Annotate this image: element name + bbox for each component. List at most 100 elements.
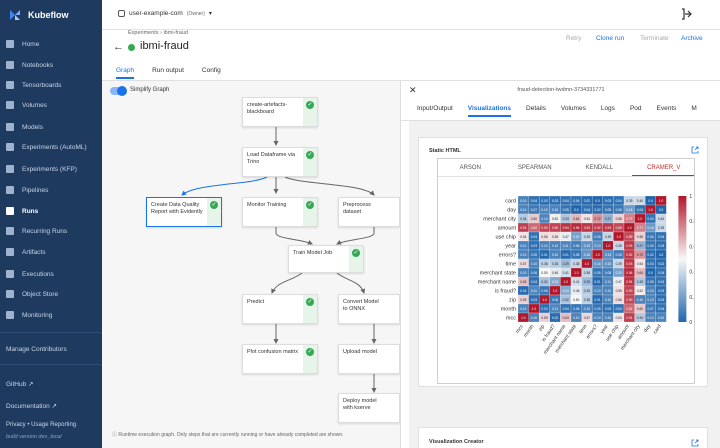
sidebar-item-executions[interactable]: Executions xyxy=(0,266,102,282)
heatmap-cell-label: 0.03 xyxy=(658,298,664,302)
namespace-selector[interactable]: user-example-com (Owner) ▾ xyxy=(118,10,212,17)
sidebar-item-runs[interactable]: Runs xyxy=(0,203,102,219)
terminate-button[interactable]: Terminate xyxy=(640,35,669,42)
heatmap-cell-label: 0.04 xyxy=(616,199,622,203)
retry-button[interactable]: Retry xyxy=(566,35,582,42)
sidebar-item-monitoring[interactable]: Monitoring xyxy=(0,307,102,323)
panel-tabs: Input/Output Visualizations Details Volu… xyxy=(417,105,697,117)
kubeflow-logo[interactable]: Kubeflow xyxy=(8,8,69,22)
sidebar-item-experiments-kfp[interactable]: Experiments (KFP) xyxy=(0,161,102,177)
heatmap-cell-label: 0.01 xyxy=(541,253,547,257)
heatmap-row-label: mcc xyxy=(506,316,516,322)
heatmap-cell-label: 0.10 xyxy=(658,316,664,320)
run-success-icon xyxy=(128,44,135,51)
heatmap-cell-label: 0.39 xyxy=(584,235,590,239)
graph-node-selected[interactable]: Create Data Quality Report with Evidentl… xyxy=(146,197,222,227)
sidebar-item-artifacts[interactable]: Artifacts xyxy=(0,244,102,260)
experiment-icon xyxy=(6,143,14,151)
graph-node[interactable]: Upload model xyxy=(338,344,400,374)
heatmap-cell-label: 0.89 xyxy=(616,226,622,230)
heatmap-cell-label: 0.41 xyxy=(573,280,579,284)
execution-icon xyxy=(6,270,14,278)
sidebar-item-pipelines[interactable]: Pipelines xyxy=(0,182,102,198)
tab-run-output[interactable]: Run output xyxy=(152,67,184,79)
heatmap-cell-label: 0.04 xyxy=(658,235,664,239)
sidebar-item-recurring-runs[interactable]: Recurring Runs xyxy=(0,223,102,239)
heatmap-cell-label: 0.27 xyxy=(637,244,643,248)
heatmap-cell-label: 0.64 xyxy=(573,217,579,221)
sidebar-item-label: Pipelines xyxy=(22,186,49,194)
run-tabs: Graph Run output Config xyxy=(116,67,221,79)
tab-spearman[interactable]: SPEARMAN xyxy=(503,159,568,176)
open-external-icon[interactable] xyxy=(691,439,699,447)
tab-input-output[interactable]: Input/Output xyxy=(417,105,453,117)
open-external-icon[interactable] xyxy=(691,146,699,154)
graph-node[interactable]: Load Dataframe via Trino ✓ xyxy=(242,147,318,177)
heatmap-cell-label: 0.02 xyxy=(584,199,590,203)
breadcrumb[interactable]: Experiments › ibmi-fraud xyxy=(128,30,188,36)
heatmap-cell-label: 0.05 xyxy=(647,244,653,248)
heatmap-cell-label: 0.05 xyxy=(531,253,537,257)
heatmap-cell-label: 0.23 xyxy=(552,280,558,284)
logout-icon[interactable] xyxy=(680,8,692,20)
sidebar-divider xyxy=(0,364,102,365)
tab-pearson[interactable]: ARSON xyxy=(438,159,503,176)
privacy-link[interactable]: Privacy • Usage Reporting xyxy=(6,422,76,428)
panel-title: fraud-detection-twdmn-3734331771 xyxy=(517,87,605,93)
graph-node[interactable]: Deploy model with kserve xyxy=(338,393,400,423)
heatmap-cell-label: 0.40 xyxy=(637,199,643,203)
tab-cramer-v[interactable]: CRAMER_V xyxy=(631,159,694,176)
graph-node[interactable]: Train Model Job ✓ xyxy=(288,245,364,273)
github-link[interactable]: GitHub ↗ xyxy=(6,380,34,388)
tab-pod[interactable]: Pod xyxy=(630,105,642,117)
graph-node[interactable]: Monitor Training ✓ xyxy=(242,197,318,227)
back-arrow-icon[interactable]: ← xyxy=(113,41,124,53)
graph-node[interactable]: Plot confusion matrix ✓ xyxy=(242,344,318,374)
sidebar-item-tensorboards[interactable]: Tensorboards xyxy=(0,77,102,93)
heatmap-cell-label: 0.72 xyxy=(594,217,600,221)
heatmap-cell-label: 0.03 xyxy=(605,307,611,311)
sidebar-item-volumes[interactable]: Volumes xyxy=(0,97,102,113)
namespace-role: (Owner) xyxy=(186,10,205,17)
sidebar-item-notebooks[interactable]: Notebooks xyxy=(0,57,102,73)
heatmap-cell-label: 0.11 xyxy=(563,244,569,248)
sidebar-item-models[interactable]: Models xyxy=(0,119,102,135)
heatmap-cell-label: 0.32 xyxy=(541,280,547,284)
graph-node[interactable]: create-artefacts-blackboard ✓ xyxy=(242,97,318,127)
tab-events[interactable]: Events xyxy=(657,105,677,117)
graph-node[interactable]: Preprocess dataset xyxy=(338,197,400,227)
tab-details[interactable]: Details xyxy=(526,105,546,117)
heatmap-cell-label: 0.03 xyxy=(552,199,558,203)
graph-node[interactable]: Convert Model to ONNX xyxy=(338,294,400,324)
sidebar-item-object-store[interactable]: Object Store xyxy=(0,286,102,302)
tab-more[interactable]: M xyxy=(691,105,696,117)
colorbar-tick-label: 0.2 xyxy=(689,295,695,301)
tab-logs[interactable]: Logs xyxy=(601,105,615,117)
sidebar-item-home[interactable]: Home xyxy=(0,36,102,52)
heatmap-cell-label: 0.41 xyxy=(563,271,569,275)
documentation-link-label: Documentation xyxy=(6,403,50,410)
documentation-link[interactable]: Documentation ↗ xyxy=(6,402,57,410)
details-panel: ✕ fraud-detection-twdmn-3734331771 Input… xyxy=(400,81,720,448)
node-label: Monitor Training xyxy=(247,202,287,208)
correlation-tabs: ARSON SPEARMAN KENDALL CRAMER_V xyxy=(438,159,694,177)
colorbar-tick-label: 0.4 xyxy=(689,270,695,276)
heatmap-cell-label: 0.10 xyxy=(647,289,653,293)
sidebar-item-experiments-automl[interactable]: Experiments (AutoML) xyxy=(0,139,102,155)
tab-graph[interactable]: Graph xyxy=(116,67,135,79)
tab-config[interactable]: Config xyxy=(202,67,221,79)
archive-button[interactable]: Archive xyxy=(681,35,703,42)
graph-node[interactable]: Predict ✓ xyxy=(242,294,318,324)
tab-kendall[interactable]: KENDALL xyxy=(567,159,632,176)
tab-visualizations[interactable]: Visualizations xyxy=(467,105,512,117)
manage-contributors-link[interactable]: Manage Contributors xyxy=(6,346,67,353)
tab-volumes[interactable]: Volumes xyxy=(561,105,586,117)
heatmap-cell-label: 0.64 xyxy=(637,271,643,275)
sidebar-item-label: Runs xyxy=(22,207,39,215)
heatmap-cell-label: 0.63 xyxy=(563,316,569,320)
heatmap-cell-label: 0.06 xyxy=(573,307,579,311)
clone-run-button[interactable]: Clone run xyxy=(596,35,624,42)
heatmap-cell-label: 0.10 xyxy=(573,316,579,320)
heatmap-cell-label: 0.47 xyxy=(563,235,569,239)
node-status: ✓ xyxy=(303,148,317,176)
